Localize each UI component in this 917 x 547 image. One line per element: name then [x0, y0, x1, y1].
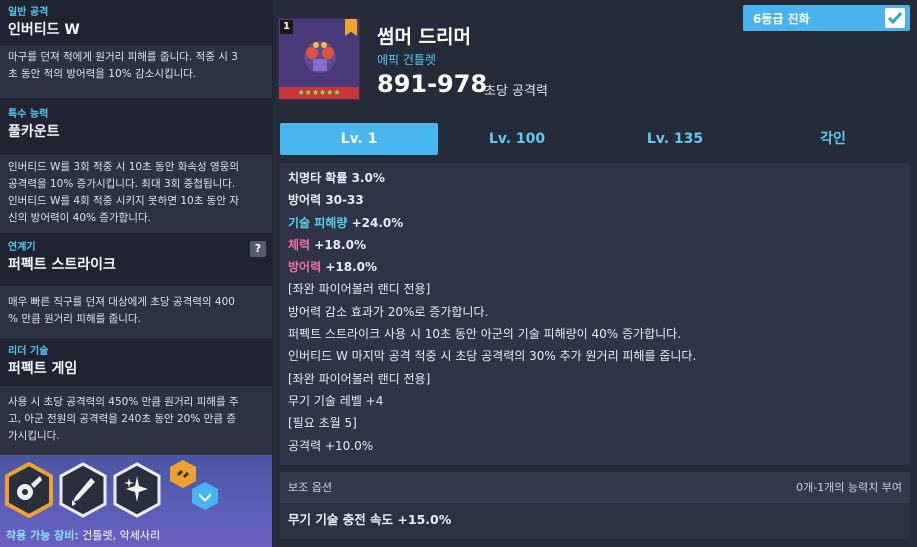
section-title: 풀카운트 [8, 124, 60, 140]
sub-options-count: 0개-1개의 능력치 부여 [796, 481, 902, 494]
desc-line: 매우 빠른 직구를 던져 대상에게 초당 공격력의 400 [8, 296, 235, 308]
stat-line: [좌완 파이어볼러 랜디 전용] [288, 282, 431, 297]
check-icon[interactable] [885, 8, 905, 28]
stats-list: 치명타 확률 3.0% 방어력 30-33 기술 피해량 +24.0% 체력 +… [280, 163, 910, 465]
link-icon-blue [190, 481, 220, 511]
section-title: 퍼펙트 스트라이크 [8, 257, 116, 273]
stat-defense-bonus: 방어력 +18.0% [288, 260, 377, 275]
help-button[interactable]: ? [250, 241, 266, 257]
leader-skill-icon[interactable] [112, 462, 162, 518]
section-category: 특수 능력 [8, 109, 49, 120]
desc-line: 고, 아군 전원의 공격력을 240초 동안 20% 만큼 증 [8, 413, 236, 425]
item-rarity: 에픽 건틀렛 [377, 53, 437, 67]
leader-skill-header: 리더 기술 퍼펙트 게임 [0, 339, 272, 386]
star-rating: ★★★★★★ [279, 87, 359, 99]
item-portrait: 1 ★★★★★★ [278, 18, 360, 100]
item-detail-panel: 1 ★★★★★★ 썸머 드리머 에픽 건틀렛 891-978 초당 공격력 6등… [273, 0, 917, 547]
section-category: 연계기 [8, 242, 36, 253]
tab-lv100[interactable]: Lv. 100 [438, 123, 596, 155]
attack-value: 891-978 [377, 70, 488, 98]
tab-lv135[interactable]: Lv. 135 [596, 123, 754, 155]
tab-lv1[interactable]: Lv. 1 [280, 123, 438, 155]
section-title: 인버티드 W [8, 22, 80, 38]
stat-line: 방어력 감소 효과가 20%로 증가합니다. [288, 304, 489, 319]
normal-attack-header: 일반 공격 인버티드 W [0, 0, 272, 45]
sub-option-line: 무기 기술 충전 속도 +15.0% [288, 512, 452, 527]
chain-skill-description: 매우 빠른 직구를 던져 대상에게 초당 공격력의 400 % 만큼 원거리 피… [0, 286, 272, 339]
desc-line: 공격력을 10% 증가시킵니다. 최대 3회 중첩됩니다. [8, 178, 236, 190]
stat-skill-damage: 기술 피해량 +24.0% [288, 215, 404, 230]
stat-line: [필요 초월 5] [288, 416, 357, 431]
desc-line: 신의 방어력이 40% 증가합니다. [8, 212, 151, 224]
chain-skill-header: 연계기 퍼펙트 스트라이크 ? [0, 233, 272, 286]
stat-line: 퍼펙트 스트라이크 사용 시 10초 동안 아군의 기술 피해량이 40% 증가… [288, 327, 682, 342]
level-tabs: Lv. 1 Lv. 100 Lv. 135 각인 [280, 123, 912, 155]
section-category: 리더 기술 [8, 346, 49, 357]
desc-line: 가시킵니다. [8, 430, 60, 442]
normal-attack-description: 마구를 던져 적에게 원거리 피해를 줍니다. 적중 시 3 초 동안 적의 방… [0, 45, 272, 98]
level-badge: 1 [280, 20, 293, 34]
section-title: 퍼펙트 게임 [8, 361, 78, 377]
attack-label: 초당 공격력 [484, 84, 548, 99]
leader-skill-description: 사용 시 초당 공격력의 450% 만큼 원거리 피해를 주 고, 아군 전원의… [0, 386, 272, 455]
special-ability-header: 특수 능력 풀카운트 [0, 98, 272, 155]
stat-line: 인버티드 W 마지막 공격 적중 시 초당 공격력의 30% 추가 원거리 피해… [288, 349, 697, 364]
desc-line: 인버티드 W를 3회 적중 시 10초 동안 화속성 영웅의 [8, 161, 240, 173]
chain-skill-icon[interactable] [58, 462, 108, 518]
section-category: 일반 공격 [8, 7, 49, 18]
evolve-toggle[interactable]: 6등급 진화 [743, 5, 910, 31]
tab-engrave[interactable]: 각인 [754, 123, 912, 155]
stat-line: 공격력 +10.0% [288, 438, 374, 453]
desc-line: 사용 시 초당 공격력의 450% 만큼 원거리 피해를 주 [8, 396, 239, 408]
sub-options-header: 보조 옵션 0개-1개의 능력치 부여 [280, 472, 910, 503]
item-name: 썸머 드리머 [377, 26, 472, 48]
stat-line: 무기 기술 레벨 +4 [288, 393, 384, 408]
special-ability-description: 인버티드 W를 3회 적중 시 10초 동안 화속성 영웅의 공격력을 10% … [0, 155, 272, 233]
desc-line: 인버티드 W를 4회 적중 시키지 못하면 10초 동안 자 [8, 195, 240, 207]
skills-panel: 일반 공격 인버티드 W 마구를 던져 적에게 원거리 피해를 줍니다. 적중 … [0, 0, 272, 547]
desc-line: 초 동안 적의 방어력을 10% 감소시킵니다. [8, 68, 197, 80]
stat-hp: 체력 +18.0% [288, 237, 366, 252]
equip-label: 착용 가능 장비: [6, 529, 79, 542]
stat-defense: 방어력 30-33 [288, 193, 364, 208]
equip-value: 건틀렛, 악세사리 [82, 529, 161, 542]
normal-attack-icon[interactable] [4, 461, 54, 519]
stat-crit: 치명타 확률 3.0% [288, 171, 385, 185]
equipable-gear: 착용 가능 장비: 건틀렛, 악세사리 [6, 527, 160, 543]
sub-options-title: 보조 옵션 [288, 481, 332, 494]
desc-line: % 만큼 원거리 피해를 줍니다. [8, 313, 141, 325]
stat-line: [좌완 파이어볼러 랜디 전용] [288, 371, 431, 386]
sub-options: 보조 옵션 0개-1개의 능력치 부여 무기 기술 충전 속도 +15.0% [280, 472, 910, 539]
desc-line: 마구를 던져 적에게 원거리 피해를 줍니다. 적중 시 3 [8, 51, 238, 63]
evolve-label: 6등급 진화 [753, 12, 810, 26]
skill-icon-strip: 착용 가능 장비: 건틀렛, 악세사리 [0, 455, 272, 547]
